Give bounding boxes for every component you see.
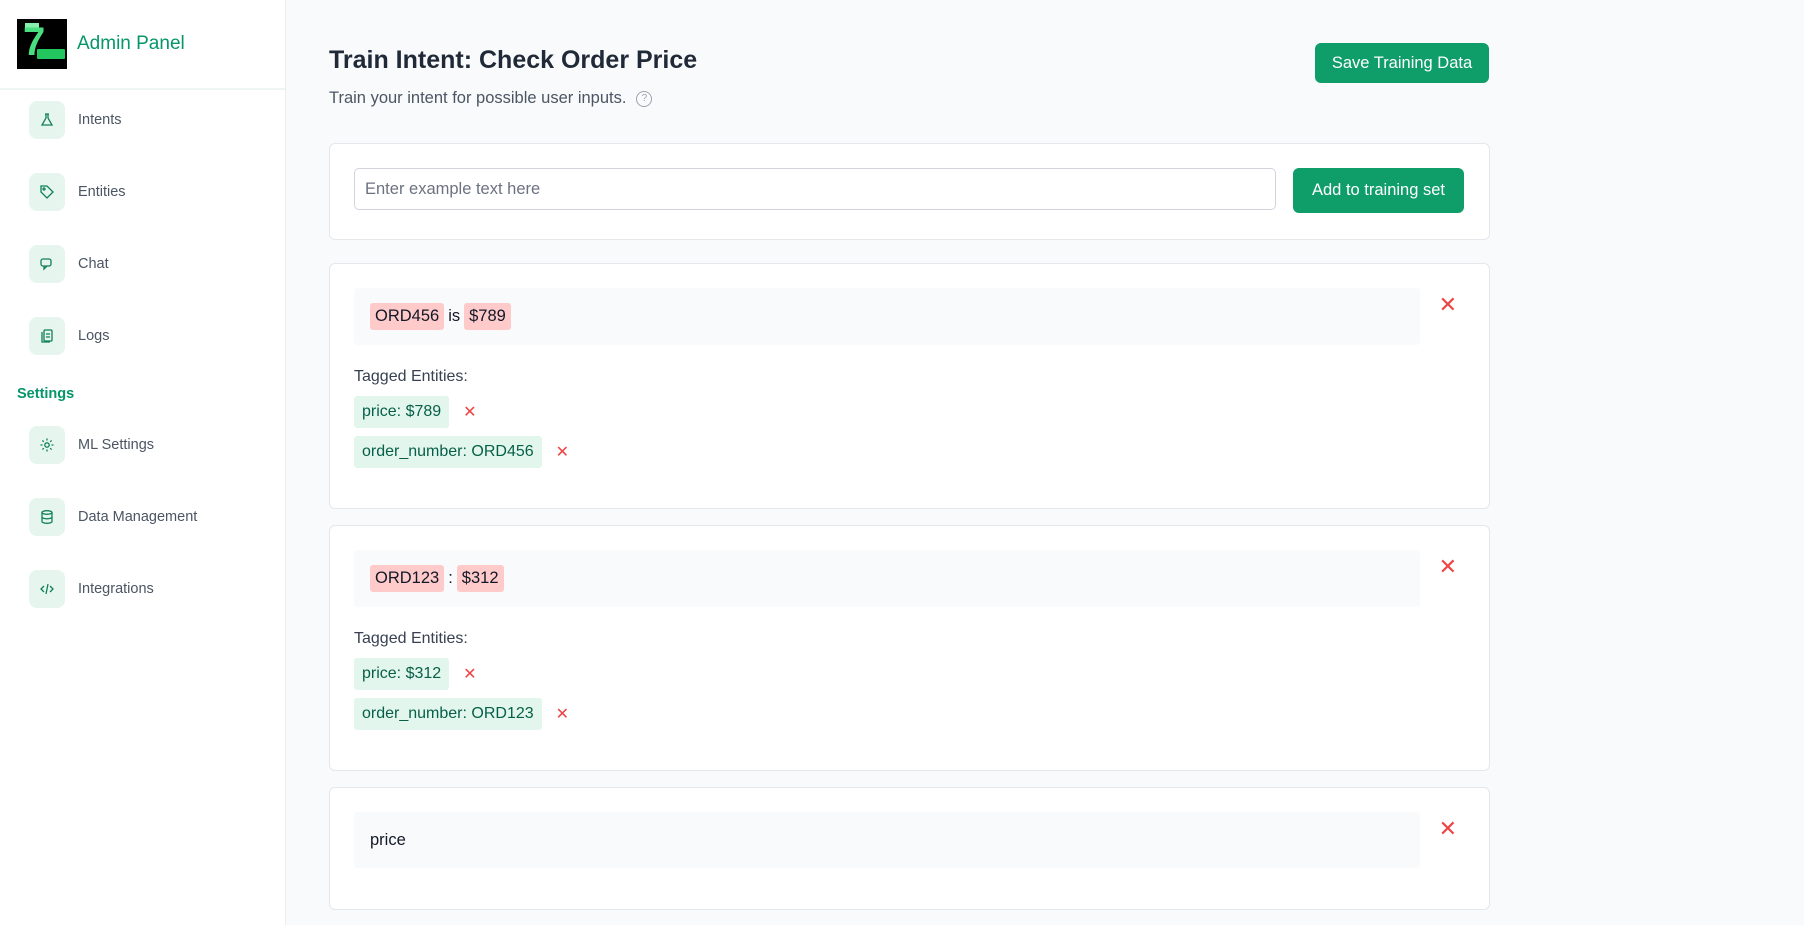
training-example-card: price ✕ — [329, 787, 1490, 910]
delete-example-icon[interactable]: ✕ — [1439, 556, 1457, 578]
chat-icon — [29, 245, 65, 283]
save-training-data-button[interactable]: Save Training Data — [1315, 43, 1489, 83]
training-example-card: ORD456 is $789 ✕ Tagged Entities: price:… — [329, 263, 1490, 509]
page-subtitle-text: Train your intent for possible user inpu… — [329, 89, 627, 107]
remove-tag-icon[interactable]: ✕ — [556, 704, 569, 724]
sidebar-item-label: Logs — [78, 328, 110, 344]
remove-tag-icon[interactable]: ✕ — [463, 664, 476, 684]
page-subtitle: Train your intent for possible user inpu… — [329, 89, 653, 108]
example-utterance[interactable]: ORD123 : $312 — [354, 550, 1420, 607]
add-to-training-set-button[interactable]: Add to training set — [1293, 168, 1464, 213]
sidebar-item-chat[interactable]: Chat — [29, 245, 109, 283]
training-example-card: ORD123 : $312 ✕ Tagged Entities: price: … — [329, 525, 1490, 771]
tag-row: order_number: ORD123 ✕ — [354, 698, 569, 730]
sidebar: 7 Admin Panel Intents Entities Chat Logs… — [0, 0, 286, 925]
page-title: Train Intent: Check Order Price — [329, 46, 698, 74]
entity-highlight[interactable]: ORD456 — [370, 303, 445, 330]
sidebar-item-intents[interactable]: Intents — [29, 101, 122, 139]
add-example-card: Add to training set — [329, 143, 1490, 240]
utterance-text: : — [448, 569, 453, 587]
flask-icon — [29, 101, 65, 139]
delete-example-icon[interactable]: ✕ — [1439, 818, 1457, 840]
entity-tag-chip: price: $789 — [354, 396, 450, 428]
entity-highlight[interactable]: $312 — [456, 565, 504, 592]
sidebar-item-label: Integrations — [78, 581, 154, 597]
entity-tag-chip: price: $312 — [354, 658, 450, 690]
tag-row: price: $789 ✕ — [354, 396, 477, 428]
entity-tag-chip: order_number: ORD123 — [354, 698, 542, 730]
logo: 7 — [17, 19, 67, 69]
sidebar-item-label: ML Settings — [78, 437, 155, 453]
entity-highlight[interactable]: $789 — [464, 303, 511, 330]
example-text-input[interactable] — [354, 168, 1276, 210]
sidebar-item-data-management[interactable]: Data Management — [29, 498, 197, 536]
utterance-text: is — [448, 307, 461, 325]
entity-tag-chip: order_number: ORD456 — [354, 436, 542, 468]
entity-highlight[interactable]: ORD123 — [370, 565, 445, 592]
sidebar-item-label: Chat — [78, 256, 109, 272]
tag-row: order_number: ORD456 ✕ — [354, 436, 569, 468]
sidebar-item-entities[interactable]: Entities — [29, 173, 126, 211]
sidebar-item-label: Data Management — [78, 509, 198, 525]
brand: 7 Admin Panel — [0, 0, 285, 90]
sidebar-item-label: Intents — [78, 112, 122, 128]
remove-tag-icon[interactable]: ✕ — [463, 402, 476, 422]
example-utterance[interactable]: price — [354, 812, 1420, 868]
sidebar-item-logs[interactable]: Logs — [29, 317, 109, 355]
sidebar-item-integrations[interactable]: Integrations — [29, 570, 154, 608]
tag-icon — [29, 173, 65, 211]
help-icon[interactable]: ? — [636, 90, 653, 107]
gear-icon — [29, 426, 65, 464]
example-utterance[interactable]: ORD456 is $789 — [354, 288, 1420, 345]
database-icon — [29, 498, 65, 536]
code-icon — [29, 570, 65, 608]
tag-row: price: $312 ✕ — [354, 658, 477, 690]
tagged-entities-label: Tagged Entities: — [354, 630, 468, 647]
tagged-entities-label: Tagged Entities: — [354, 368, 468, 385]
settings-section-label: Settings — [17, 386, 75, 402]
app-title: Admin Panel — [77, 33, 185, 54]
utterance-text: price — [370, 830, 406, 849]
logs-icon — [29, 317, 65, 355]
sidebar-item-label: Entities — [78, 184, 126, 200]
remove-tag-icon[interactable]: ✕ — [556, 442, 569, 462]
delete-example-icon[interactable]: ✕ — [1439, 294, 1457, 316]
sidebar-item-ml-settings[interactable]: ML Settings — [29, 426, 154, 464]
